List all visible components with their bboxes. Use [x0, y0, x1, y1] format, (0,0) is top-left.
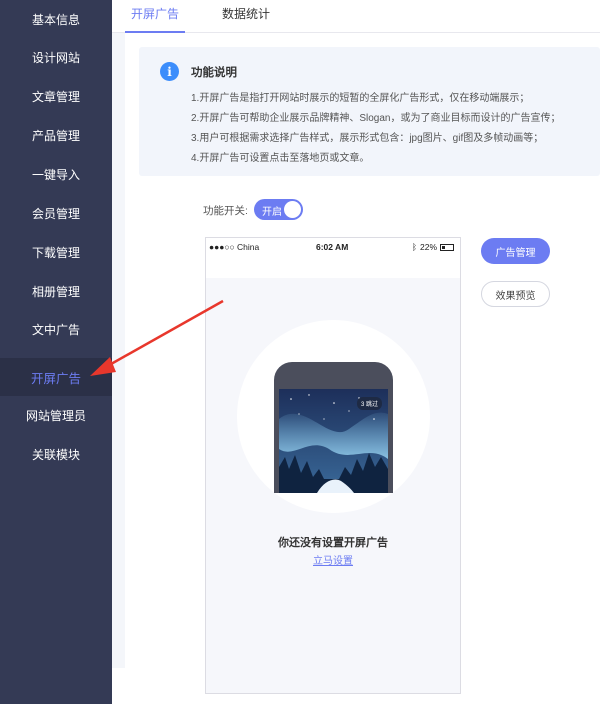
- carrier-text: ●●●○○ China: [209, 242, 260, 252]
- battery-percent: 22%: [419, 242, 437, 252]
- empty-state-title: 你还没有设置开屏广告: [278, 537, 388, 549]
- sidebar-item-basic-info[interactable]: 基本信息: [0, 0, 112, 38]
- setup-now-link[interactable]: 立马设置: [206, 552, 460, 567]
- aurora-illustration: 3 跳过: [279, 389, 388, 493]
- sidebar: 基本信息 设计网站 文章管理 产品管理 一键导入 会员管理 下载管理 相册管理 …: [0, 0, 112, 704]
- sidebar-item-related-modules[interactable]: 关联模块: [0, 435, 112, 473]
- info-line: 3.用户可根据需求选择广告样式，展示形式包含：jpg图片、gif图及多帧动画等；: [191, 133, 544, 144]
- sidebar-item-design-site[interactable]: 设计网站: [0, 38, 112, 76]
- status-right: ᛒ 22%: [412, 242, 454, 252]
- sidebar-item-downloads[interactable]: 下载管理: [0, 233, 112, 271]
- sidebar-item-articles[interactable]: 文章管理: [0, 77, 112, 115]
- info-line: 2.开屏广告可帮助企业展示品牌精神、Slogan，或为了商业目标而设计的广告宣传…: [191, 113, 561, 124]
- sidebar-item-site-admins[interactable]: 网站管理员: [0, 396, 112, 434]
- info-title: 功能说明: [191, 67, 237, 79]
- info-icon: i: [160, 62, 179, 81]
- phone-preview: ●●●○○ China 6:02 AM ᛒ 22% 3 跳过 你还没有设置开屏广…: [205, 237, 461, 694]
- sidebar-item-members[interactable]: 会员管理: [0, 194, 112, 232]
- tab-statistics[interactable]: 数据统计: [222, 0, 270, 33]
- sidebar-item-albums[interactable]: 相册管理: [0, 272, 112, 310]
- toggle-knob: [284, 201, 301, 218]
- phone-status-bar: ●●●○○ China 6:02 AM ᛒ 22%: [206, 238, 460, 278]
- bluetooth-icon: ᛒ: [411, 242, 417, 252]
- status-time: 6:02 AM: [316, 242, 349, 252]
- sidebar-item-products[interactable]: 产品管理: [0, 116, 112, 154]
- sidebar-item-inline-ads[interactable]: 文中广告: [0, 310, 112, 348]
- feature-toggle[interactable]: 开启: [254, 199, 303, 220]
- skip-badge: 3 跳过: [356, 397, 382, 410]
- toggle-state-text: 开启: [262, 207, 282, 218]
- preview-button[interactable]: 效果预览: [481, 281, 550, 307]
- tab-bar: 开屏广告 数据统计: [112, 0, 600, 33]
- content-left-gutter: [112, 33, 125, 668]
- feature-switch-label: 功能开关:: [203, 205, 248, 217]
- ad-management-button[interactable]: 广告管理: [481, 238, 550, 264]
- sidebar-item-import[interactable]: 一键导入: [0, 155, 112, 193]
- info-line: 4.开屏广告可设置点击至落地页或文章。: [191, 153, 370, 164]
- info-panel: i 功能说明 1.开屏广告是指打开网站时展示的短暂的全屏化广告形式，仅在移动端展…: [139, 47, 600, 176]
- tab-splash-ads[interactable]: 开屏广告: [125, 0, 185, 33]
- mini-phone-illustration: 3 跳过: [274, 362, 393, 493]
- battery-icon: [440, 243, 454, 251]
- info-line: 1.开屏广告是指打开网站时展示的短暂的全屏化广告形式，仅在移动端展示；: [191, 93, 530, 104]
- sidebar-item-splash-ads[interactable]: 开屏广告: [0, 358, 112, 396]
